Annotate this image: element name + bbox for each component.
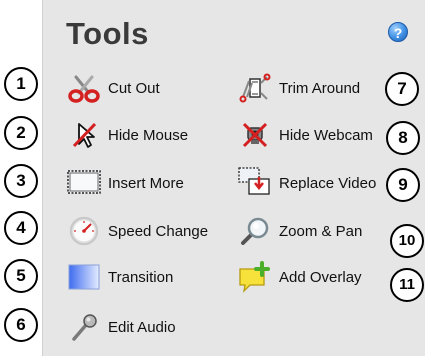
insert-more-icon xyxy=(66,165,102,201)
tool-label: Replace Video xyxy=(279,174,377,192)
annotation-badge: 8 xyxy=(386,121,420,155)
tool-hide-webcam[interactable]: Hide Webcam xyxy=(237,117,373,153)
microphone-icon xyxy=(66,309,102,345)
scissors-icon xyxy=(66,70,102,106)
tool-trim-around[interactable]: Trim Around xyxy=(237,70,360,106)
annotation-badge: 7 xyxy=(385,72,419,106)
tool-replace-video[interactable]: Replace Video xyxy=(237,165,376,201)
speed-gauge-icon xyxy=(66,213,102,249)
hide-mouse-icon xyxy=(66,117,102,153)
tool-zoom-pan[interactable]: Zoom & Pan xyxy=(237,213,362,249)
replace-video-icon xyxy=(237,165,273,201)
tool-insert-more[interactable]: Insert More xyxy=(66,165,184,201)
tool-label: Insert More xyxy=(108,174,184,192)
hide-webcam-icon xyxy=(237,117,273,153)
tool-label: Add Overlay xyxy=(279,268,362,286)
annotation-badge: 4 xyxy=(4,211,38,245)
tool-speed-change[interactable]: Speed Change xyxy=(66,213,208,249)
add-overlay-icon xyxy=(237,259,273,295)
annotation-badge: 3 xyxy=(4,164,38,198)
tool-label: Transition xyxy=(108,268,174,286)
tool-label: Edit Audio xyxy=(108,318,176,336)
tool-label: Cut Out xyxy=(108,79,160,97)
tool-label: Trim Around xyxy=(279,79,361,97)
tool-label: Hide Mouse xyxy=(108,126,189,144)
tool-label: Zoom & Pan xyxy=(279,222,363,240)
tool-edit-audio[interactable]: Edit Audio xyxy=(66,309,176,345)
panel-title: Tools xyxy=(66,16,149,51)
tool-hide-mouse[interactable]: Hide Mouse xyxy=(66,117,188,153)
annotation-badge: 11 xyxy=(390,268,424,302)
tool-add-overlay[interactable]: Add Overlay xyxy=(237,259,362,295)
tool-label: Hide Webcam xyxy=(279,126,373,144)
transition-icon xyxy=(66,259,102,295)
annotation-badge: 2 xyxy=(4,116,38,150)
annotation-badge: 9 xyxy=(386,168,420,202)
annotation-badge: 5 xyxy=(4,259,38,293)
annotation-badge: 10 xyxy=(390,224,424,258)
annotation-badge: 1 xyxy=(4,67,38,101)
tool-cut-out[interactable]: Cut Out xyxy=(66,70,160,106)
help-icon[interactable]: ? xyxy=(388,22,408,42)
magnifier-icon xyxy=(237,213,273,249)
annotation-badge: 6 xyxy=(4,308,38,342)
tool-transition[interactable]: Transition xyxy=(66,259,173,295)
tool-label: Speed Change xyxy=(108,222,209,240)
trim-icon xyxy=(237,70,273,106)
